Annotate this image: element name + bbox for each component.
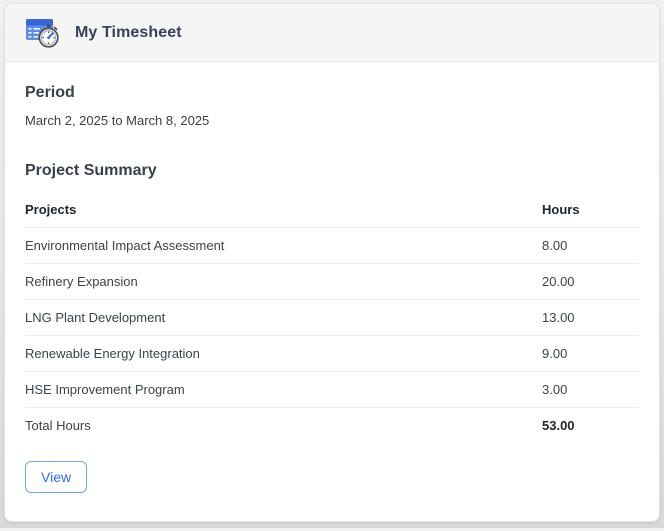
- project-name-cell: Refinery Expansion: [25, 263, 542, 300]
- total-hours-cell: 53.00: [542, 407, 639, 443]
- project-hours-cell: 9.00: [542, 335, 639, 372]
- project-summary-heading: Project Summary: [25, 162, 157, 179]
- project-name-cell: Renewable Energy Integration: [25, 335, 542, 372]
- timesheet-card: My Timesheet Period March 2, 2025 to Mar…: [4, 3, 660, 522]
- timesheet-icon: [26, 18, 59, 48]
- project-hours-cell: 3.00: [542, 371, 639, 408]
- project-hours-cell: 13.00: [542, 299, 639, 336]
- table-row: LNG Plant Development 13.00: [25, 299, 639, 336]
- project-hours-cell: 20.00: [542, 263, 639, 300]
- view-button[interactable]: View: [25, 461, 88, 493]
- table-row: Refinery Expansion 20.00: [25, 263, 639, 300]
- page-title: My Timesheet: [75, 23, 182, 41]
- period-range: March 2, 2025 to March 8, 2025: [25, 113, 210, 128]
- project-hours-cell: 8.00: [542, 227, 639, 264]
- project-name-cell: HSE Improvement Program: [25, 371, 542, 408]
- period-heading: Period: [25, 84, 75, 101]
- project-name-cell: LNG Plant Development: [25, 299, 542, 336]
- table-row: HSE Improvement Program 3.00: [25, 371, 639, 408]
- total-row: Total Hours 53.00: [25, 407, 639, 443]
- card-header: My Timesheet: [5, 4, 659, 62]
- card-body: Period March 2, 2025 to March 8, 2025 Pr…: [5, 62, 659, 521]
- table-header-row: Projects Hours: [25, 192, 639, 228]
- total-label-cell: Total Hours: [25, 407, 542, 443]
- timesheet-table-body: Environmental Impact Assessment 8.00 Ref…: [25, 227, 639, 443]
- project-summary-table: Projects Hours Environmental Impact Asse…: [25, 192, 639, 443]
- column-header-projects: Projects: [25, 192, 542, 228]
- column-header-hours: Hours: [542, 192, 639, 228]
- table-row: Renewable Energy Integration 9.00: [25, 335, 639, 372]
- project-name-cell: Environmental Impact Assessment: [25, 227, 542, 264]
- table-row: Environmental Impact Assessment 8.00: [25, 227, 639, 264]
